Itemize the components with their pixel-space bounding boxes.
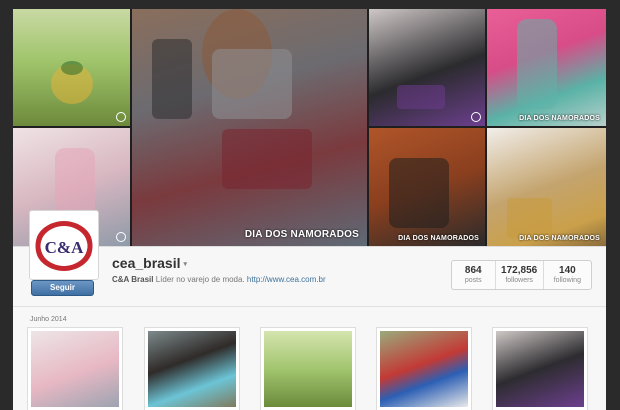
- follow-button[interactable]: Seguir: [31, 280, 94, 296]
- brand-icon: [116, 232, 126, 242]
- stat-followers-value: 172,856: [501, 265, 538, 276]
- brand-logo-text: C&A: [45, 238, 84, 257]
- bio-text: Líder no varejo de moda.: [155, 275, 245, 284]
- cover-photo-5[interactable]: DIA DOS NAMORADOS: [369, 128, 485, 246]
- profile-panel: C&A Seguir cea_brasil ▾ C&A Brasil Líder …: [13, 210, 606, 410]
- stat-following-value: 140: [559, 265, 576, 276]
- post-thumbnail[interactable]: [144, 327, 240, 410]
- bio-link[interactable]: http://www.cea.com.br: [247, 275, 326, 284]
- brand-icon: [116, 112, 126, 122]
- stat-following-label: following: [553, 277, 581, 284]
- brand-logo: C&A: [35, 221, 93, 271]
- chevron-down-icon[interactable]: ▾: [184, 261, 188, 268]
- cover-photo-1[interactable]: [13, 9, 130, 126]
- cover-watermark: DIA DOS NAMORADOS: [398, 235, 479, 242]
- profile-stats: 864 posts 172,856 followers 140 followin…: [451, 260, 592, 290]
- bio-name: C&A Brasil: [112, 275, 154, 284]
- divider: [13, 306, 606, 307]
- post-image: [264, 331, 352, 407]
- post-thumbnail[interactable]: [492, 327, 588, 410]
- post-image: [380, 331, 468, 407]
- avatar[interactable]: C&A: [29, 210, 99, 280]
- profile-username[interactable]: cea_brasil ▾: [112, 255, 187, 271]
- cover-photo-4[interactable]: DIA DOS NAMORADOS: [487, 9, 606, 126]
- cover-watermark: DIA DOS NAMORADOS: [519, 235, 600, 242]
- cover-photo-featured[interactable]: DIA DOS NAMORADOS: [132, 9, 367, 246]
- stat-followers-label: followers: [505, 277, 533, 284]
- feed-month-label: Junho 2014: [30, 316, 67, 323]
- stat-following[interactable]: 140 following: [542, 261, 591, 289]
- post-image: [496, 331, 584, 407]
- cover-watermark: DIA DOS NAMORADOS: [519, 115, 600, 122]
- cover-photo-collage: DIA DOS NAMORADOS DIA DOS NAMORADOS DIA …: [13, 9, 606, 246]
- stat-followers[interactable]: 172,856 followers: [494, 261, 543, 289]
- post-thumbnail[interactable]: [260, 327, 356, 410]
- stat-posts[interactable]: 864 posts: [452, 261, 495, 289]
- cover-photo-3[interactable]: [369, 9, 485, 126]
- post-image: [31, 331, 119, 407]
- post-thumbnail[interactable]: [376, 327, 472, 410]
- stat-posts-value: 864: [464, 265, 482, 276]
- cover-photo-6[interactable]: DIA DOS NAMORADOS: [487, 128, 606, 246]
- username-text: cea_brasil: [112, 255, 181, 271]
- brand-icon: [471, 112, 481, 122]
- stat-posts-label: posts: [464, 277, 482, 284]
- post-thumbnail[interactable]: [27, 327, 123, 410]
- post-image: [148, 331, 236, 407]
- profile-bio: C&A Brasil Líder no varejo de moda. http…: [112, 275, 326, 284]
- cover-watermark: DIA DOS NAMORADOS: [244, 229, 359, 240]
